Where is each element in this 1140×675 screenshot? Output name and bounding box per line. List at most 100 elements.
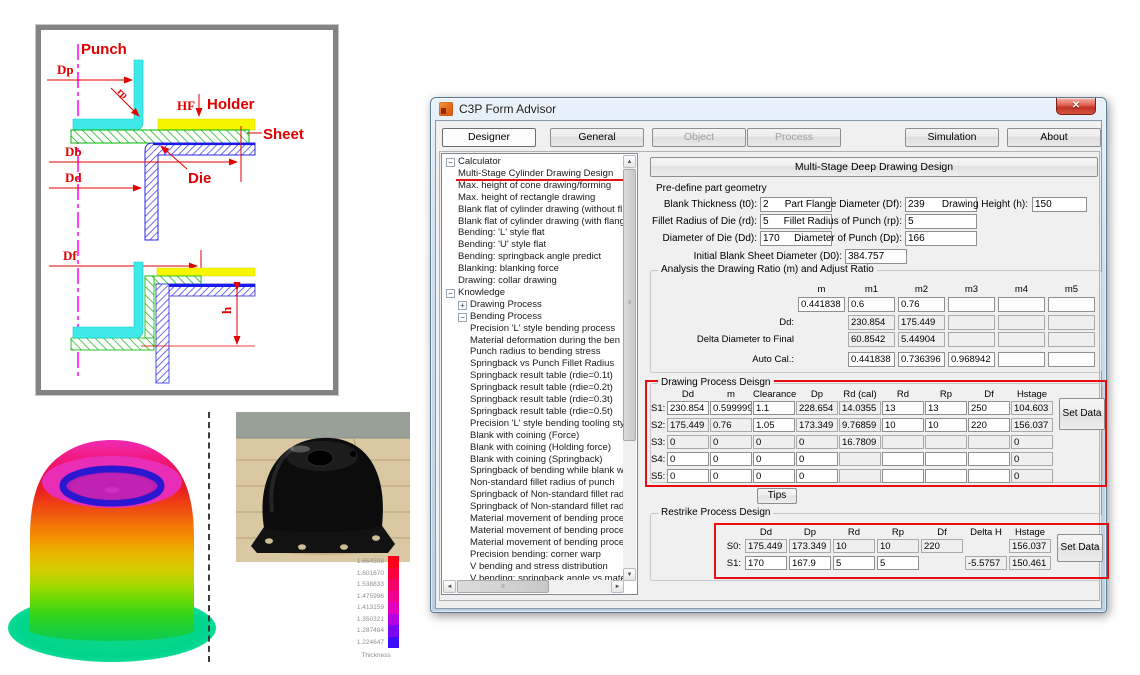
drawing-cell[interactable]: [882, 452, 924, 466]
tree-item[interactable]: Springback of Non-standard fillet rad: [470, 501, 638, 513]
drawing-cell[interactable]: 0: [796, 469, 838, 483]
tree-item[interactable]: Blank with coining (Holding force): [470, 442, 638, 454]
analysis-cell[interactable]: [1048, 297, 1095, 312]
tree-item[interactable]: Springback result table (rdie=0.3t): [470, 394, 638, 406]
drawing-cell[interactable]: 13: [882, 401, 924, 415]
scroll-left-icon[interactable]: ◄: [443, 580, 456, 593]
tree-item[interactable]: +Drawing Process: [458, 299, 638, 311]
tree-item[interactable]: Bending: springback angle predict: [458, 251, 638, 263]
tab-designer[interactable]: Designer: [442, 128, 536, 147]
tree-item[interactable]: Blank flat of cylinder drawing (without …: [458, 204, 638, 216]
d0-input[interactable]: [845, 249, 907, 264]
tree-item[interactable]: Blanking: blanking force: [458, 263, 638, 275]
tree-item[interactable]: Material movement of bending proce: [470, 525, 638, 537]
tree-item[interactable]: Blank with coining (Springback): [470, 454, 638, 466]
tree-item[interactable]: Springback of Non-standard fillet rad: [470, 489, 638, 501]
tab-simulation[interactable]: Simulation: [905, 128, 999, 147]
drawing-cell[interactable]: 220: [968, 418, 1010, 432]
drawing-cell: 0: [667, 435, 709, 449]
drawing-cell[interactable]: 10: [925, 418, 967, 432]
tab-about[interactable]: About: [1007, 128, 1101, 147]
tree-item[interactable]: Springback of bending while blank w: [470, 465, 638, 477]
tree-item[interactable]: Drawing: collar drawing: [458, 275, 638, 287]
dp-label-field: Diameter of Punch (Dp):: [752, 233, 902, 244]
drawing-cell[interactable]: 0: [667, 469, 709, 483]
tree-item[interactable]: Precision 'L' style bending tooling sty: [470, 418, 638, 430]
analysis-cell[interactable]: [1048, 352, 1095, 367]
analysis-col-header: m5: [1048, 284, 1095, 295]
analysis-cell[interactable]: 0.76: [898, 297, 945, 312]
drawing-cell[interactable]: 0: [796, 452, 838, 466]
collapse-icon[interactable]: −: [446, 289, 455, 298]
die-shape: [145, 143, 255, 240]
tree-item[interactable]: Blank flat of cylinder drawing (with fla…: [458, 216, 638, 228]
tree-item[interactable]: Springback result table (rdie=0.5t): [470, 406, 638, 418]
drawing-cell[interactable]: 0: [710, 469, 752, 483]
tree-item[interactable]: −Knowledge: [446, 287, 626, 299]
tree-item[interactable]: Max. height of rectangle drawing: [458, 192, 638, 204]
tree-item[interactable]: Springback vs Punch Fillet Radius: [470, 358, 638, 370]
tree-item[interactable]: Precision 'L' style bending process: [470, 323, 638, 335]
drawing-cell[interactable]: [968, 469, 1010, 483]
drawing-cell[interactable]: 0: [753, 469, 795, 483]
tree-item[interactable]: Non-standard fillet radius of punch: [470, 477, 638, 489]
analysis-cell[interactable]: 0.441838: [798, 297, 845, 312]
tree-item[interactable]: Bending: 'L' style flat: [458, 227, 638, 239]
tree-item[interactable]: Material deformation during the ben: [470, 335, 638, 347]
tree-item[interactable]: Blank with coining (Force): [470, 430, 638, 442]
tree-item[interactable]: −Bending Process: [458, 311, 638, 323]
expand-icon[interactable]: +: [458, 301, 467, 310]
analysis-cell[interactable]: 0.968942: [948, 352, 995, 367]
drawing-cell[interactable]: [968, 452, 1010, 466]
drawing-cell[interactable]: 13: [925, 401, 967, 415]
close-button[interactable]: ✕: [1056, 98, 1096, 115]
set-data-button[interactable]: Set Data: [1059, 398, 1105, 430]
drawing-cell[interactable]: 10: [882, 418, 924, 432]
tree-item[interactable]: Punch radius to bending stress: [470, 346, 638, 358]
scroll-right-icon[interactable]: ►: [611, 580, 624, 593]
tree-horizontal-scrollbar[interactable]: ◄ ≡ ►: [443, 580, 624, 593]
tree-item[interactable]: Max. height of cone drawing/forming: [458, 180, 638, 192]
scroll-up-icon[interactable]: ▲: [623, 155, 636, 168]
h-input[interactable]: [1032, 197, 1087, 212]
tree-item[interactable]: V bending and stress distribution: [470, 561, 638, 573]
tree-item[interactable]: Springback result table (rdie=0.1t): [470, 370, 638, 382]
drawing-cell[interactable]: 250: [968, 401, 1010, 415]
collapse-icon[interactable]: −: [458, 313, 467, 322]
tree-item[interactable]: Material movement of bending proce: [470, 537, 638, 549]
drawing-cell[interactable]: 0: [710, 452, 752, 466]
calculator-knowledge-tree[interactable]: −CalculatorMulti-Stage Cylinder Drawing …: [441, 153, 638, 595]
analysis-cell[interactable]: [998, 352, 1045, 367]
drawing-cell[interactable]: [925, 452, 967, 466]
analysis-cell: [948, 315, 995, 330]
analysis-cell[interactable]: 0.441838: [848, 352, 895, 367]
drawing-cell[interactable]: 0.599999: [710, 401, 752, 415]
analysis-cell[interactable]: 0.736396: [898, 352, 945, 367]
dp-input[interactable]: [905, 231, 977, 246]
drawing-col-header: m: [710, 389, 752, 400]
tree-item[interactable]: −Calculator: [446, 156, 626, 168]
tree-item[interactable]: Precision bending: corner warp: [470, 549, 638, 561]
tips-button[interactable]: Tips: [757, 488, 797, 504]
drawing-cell[interactable]: 230.854: [667, 401, 709, 415]
analysis-cell[interactable]: [948, 297, 995, 312]
hscroll-thumb[interactable]: ≡: [457, 580, 549, 593]
title-bar[interactable]: C3P Form Advisor ✕: [431, 98, 1106, 120]
rp-input[interactable]: [905, 214, 977, 229]
analysis-cell[interactable]: [998, 297, 1045, 312]
drawing-cell[interactable]: 0: [753, 452, 795, 466]
drawing-cell[interactable]: 1.05: [753, 418, 795, 432]
drawing-cell[interactable]: [882, 469, 924, 483]
scroll-down-icon[interactable]: ▼: [623, 568, 636, 581]
drawing-cell[interactable]: 0: [667, 452, 709, 466]
tree-item[interactable]: Bending: 'U' style flat: [458, 239, 638, 251]
tree-item[interactable]: Springback result table (rdie=0.2t): [470, 382, 638, 394]
part-hole: [307, 450, 333, 466]
drawing-cell[interactable]: 1.1: [753, 401, 795, 415]
tree-item[interactable]: Material movement of bending proce: [470, 513, 638, 525]
drawing-cell[interactable]: [925, 469, 967, 483]
analysis-cell[interactable]: 0.6: [848, 297, 895, 312]
drawing-row-label: S1:: [651, 403, 665, 414]
collapse-icon[interactable]: −: [446, 158, 455, 167]
tab-general[interactable]: General: [550, 128, 644, 147]
